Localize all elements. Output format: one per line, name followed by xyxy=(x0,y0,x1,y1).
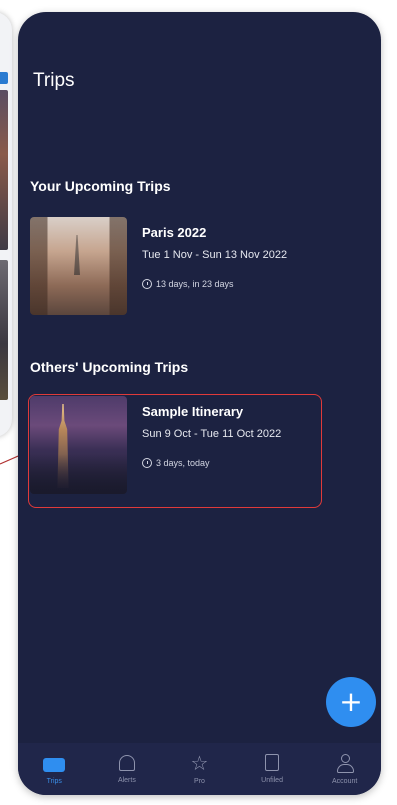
clock-icon xyxy=(142,458,152,468)
screenshot-canvas: Trips Your Upcoming Trips Paris 2022 Tue… xyxy=(0,0,397,805)
tab-label: Unfiled xyxy=(261,777,283,784)
trip-duration-row: 13 days, in 23 days xyxy=(142,279,234,289)
trip-name: Paris 2022 xyxy=(142,225,207,240)
section-title-upcoming: Your Upcoming Trips xyxy=(30,178,171,194)
tab-label: Alerts xyxy=(117,776,136,784)
adjacent-image-2 xyxy=(0,260,8,400)
trip-card-sample-itinerary[interactable]: Sample Itinerary Sun 9 Oct - Tue 11 Oct … xyxy=(30,396,330,498)
trip-name: Sample Itinerary xyxy=(142,404,244,419)
page-title: Trips xyxy=(33,70,75,91)
trip-thumbnail xyxy=(30,396,127,494)
trip-duration: 13 days, in 23 days xyxy=(156,279,234,289)
suitcase-icon xyxy=(43,757,66,772)
tab-label: Trips xyxy=(46,777,62,785)
trip-dates: Tue 1 Nov - Sun 13 Nov 2022 xyxy=(142,249,288,261)
trip-duration-row: 3 days, today xyxy=(142,458,210,468)
bottom-tab-bar: Trips Alerts ☆ Pro Unfiled Account xyxy=(18,743,381,795)
add-trip-button[interactable]: + xyxy=(326,677,376,727)
tab-trips[interactable]: Trips xyxy=(24,754,84,785)
tab-unfiled[interactable]: Unfiled xyxy=(242,754,302,784)
section-title-others: Others' Upcoming Trips xyxy=(30,359,189,375)
trip-duration: 3 days, today xyxy=(156,458,210,468)
phone-screen: Trips Your Upcoming Trips Paris 2022 Tue… xyxy=(18,12,381,795)
clock-icon xyxy=(142,279,152,289)
person-icon xyxy=(335,753,355,773)
star-icon: ☆ xyxy=(190,750,209,775)
tab-account[interactable]: Account xyxy=(315,753,375,785)
tab-alerts[interactable]: Alerts xyxy=(97,754,157,784)
tab-label: Account xyxy=(332,777,358,785)
adjacent-phone-preview xyxy=(0,12,12,437)
bell-icon xyxy=(118,754,135,771)
trip-thumbnail xyxy=(30,217,127,315)
adjacent-image-1 xyxy=(0,90,8,250)
tab-pro[interactable]: ☆ Pro xyxy=(169,750,229,785)
tab-label: Pro xyxy=(194,777,205,785)
trip-dates: Sun 9 Oct - Tue 11 Oct 2022 xyxy=(142,428,282,440)
adjacent-accent-strip xyxy=(0,72,8,84)
document-icon xyxy=(265,754,280,771)
trip-card-paris[interactable]: Paris 2022 Tue 1 Nov - Sun 13 Nov 2022 1… xyxy=(30,217,330,319)
